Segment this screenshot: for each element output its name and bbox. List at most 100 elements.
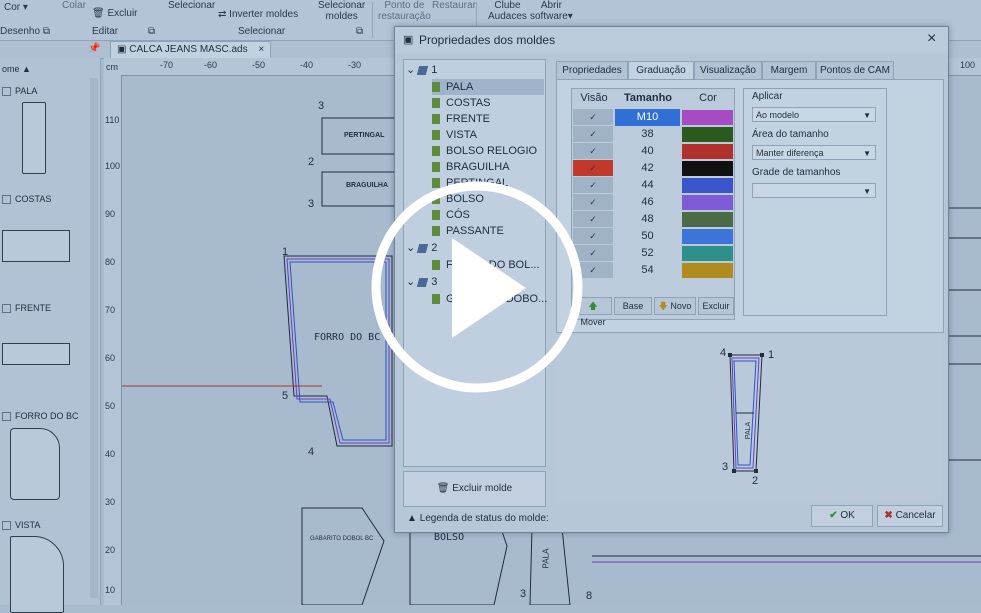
file-tab[interactable]: ▣ CALCA JEANS MASC.ads × <box>110 41 272 59</box>
color-swatch[interactable] <box>682 195 733 210</box>
excluir-button[interactable]: 🗑 Excluir <box>92 8 138 19</box>
piece-item-forro[interactable]: FORRO DO BC <box>2 411 79 422</box>
grade-select[interactable]: ▼ <box>752 183 876 198</box>
size-row[interactable]: ✓ 44 <box>572 177 734 194</box>
size-row[interactable]: ✓ 42 <box>572 160 734 177</box>
aplicar-select[interactable]: Ao modelo ▼ <box>752 107 876 122</box>
checkbox[interactable] <box>2 412 11 422</box>
visibility-checkbox[interactable]: ✓ <box>573 143 613 159</box>
expand-icon[interactable]: ⧉ <box>43 26 50 37</box>
size-row[interactable]: ✓ 40 <box>572 143 734 160</box>
size-cell[interactable]: M10 <box>615 109 680 126</box>
area-select[interactable]: Manter diferença ▼ <box>752 145 876 160</box>
checkbox[interactable] <box>2 521 11 531</box>
restaurar-button[interactable]: Restaurar <box>432 0 476 11</box>
tree-item[interactable]: FRENTE <box>432 111 490 127</box>
tree-item[interactable]: COSTAS <box>432 95 490 111</box>
piece-thumbnail[interactable] <box>10 536 64 613</box>
size-cell[interactable]: 50 <box>615 228 680 245</box>
video-play-button[interactable] <box>370 180 584 394</box>
column-header-cor: Cor <box>699 92 717 104</box>
tree-item[interactable]: BRAGUILHA <box>432 159 510 175</box>
size-cell[interactable]: 42 <box>615 160 680 177</box>
color-dropdown[interactable]: Cor ▾ <box>4 2 28 13</box>
color-swatch[interactable] <box>682 212 733 227</box>
visibility-checkbox[interactable]: ✓ <box>573 109 613 125</box>
group-editar-label: Editar <box>92 26 119 37</box>
tree-item[interactable]: VISTA <box>432 127 477 143</box>
size-row[interactable]: ✓ 48 <box>572 211 734 228</box>
color-swatch[interactable] <box>682 263 733 278</box>
visibility-checkbox[interactable]: ✓ <box>573 126 613 142</box>
size-row[interactable]: ✓ 54 <box>572 262 734 279</box>
tab-visualizacao[interactable]: Visualização <box>694 61 762 79</box>
colar-button[interactable]: Colar <box>62 0 86 11</box>
piece-thumbnail[interactable] <box>2 230 70 262</box>
tree-item-pala[interactable]: PALA <box>432 79 544 95</box>
selecionar-moldes-button[interactable]: Selecionar moldes <box>318 0 365 22</box>
color-swatch[interactable] <box>682 144 733 159</box>
piece-item-costas[interactable]: COSTAS <box>2 194 51 205</box>
close-icon[interactable]: × <box>927 30 936 48</box>
size-cell[interactable]: 40 <box>615 143 680 160</box>
legenda-toggle[interactable]: ▲ Legenda de status do molde: <box>407 513 549 524</box>
color-swatch[interactable] <box>682 127 733 142</box>
excluir-size-button[interactable]: Excluir <box>698 297 734 315</box>
size-cell[interactable]: 52 <box>615 245 680 262</box>
piece-item-vista[interactable]: VISTA <box>2 520 40 531</box>
color-swatch[interactable] <box>682 246 733 261</box>
size-cell[interactable]: 44 <box>615 177 680 194</box>
piece-thumbnail[interactable] <box>2 343 70 365</box>
color-swatch[interactable] <box>682 229 733 244</box>
swap-icon: ⇄ <box>218 9 227 20</box>
tree-group-1[interactable]: ⌄ 1 <box>406 62 437 78</box>
cancel-button[interactable]: ✖ Cancelar <box>877 505 943 527</box>
excluir-molde-button[interactable]: 🗑 Excluir molde <box>403 471 546 507</box>
piece-item-pala[interactable]: PALA <box>2 86 37 97</box>
sort-header[interactable]: ome ▲ <box>2 64 31 74</box>
size-row[interactable]: ✓ 38 <box>572 126 734 143</box>
color-swatch[interactable] <box>682 110 733 125</box>
close-tab-icon[interactable]: × <box>258 44 264 55</box>
piece-thumbnail[interactable] <box>22 102 46 174</box>
tree-item-label: COSTAS <box>446 97 491 109</box>
dialog-tabs: Propriedades Graduação Visualização Marg… <box>556 61 942 80</box>
size-row[interactable]: ✓ 52 <box>572 245 734 262</box>
ponto-restauracao-button[interactable]: Ponto de restauração <box>378 0 431 22</box>
tab-margem[interactable]: Margem <box>762 61 816 79</box>
visibility-checkbox[interactable]: ✓ <box>573 160 613 176</box>
expand-icon[interactable]: ⧉ <box>356 26 363 37</box>
checkbox[interactable] <box>2 87 11 97</box>
size-cell[interactable]: 54 <box>615 262 680 279</box>
ok-button[interactable]: ✔ OK <box>811 505 873 527</box>
size-cell[interactable]: 46 <box>615 194 680 211</box>
novo-button[interactable]: 🡇 Novo <box>654 297 696 315</box>
pin-icon[interactable]: 📌 <box>88 43 100 54</box>
expand-icon[interactable]: ⧉ <box>148 26 155 37</box>
checkbox[interactable] <box>2 195 11 205</box>
piece-item-frente[interactable]: FRENTE <box>2 303 51 314</box>
checkbox[interactable] <box>2 304 11 314</box>
clube-audaces-button[interactable]: Clube Audaces <box>488 0 527 22</box>
size-grid[interactable]: Visão Tamanho Cor ✓ M10 ✓ 38 ✓ 40 ✓ 42 ✓ 44 ✓ 46 ✓ 48… <box>571 88 735 327</box>
color-swatch[interactable] <box>682 161 733 176</box>
size-cell[interactable]: 38 <box>615 126 680 143</box>
dialog-titlebar[interactable]: ▣ Propriedades dos moldes × <box>395 27 948 53</box>
size-row[interactable]: ✓ 50 <box>572 228 734 245</box>
panel-scrollbar[interactable] <box>90 78 98 598</box>
piece-thumbnail[interactable] <box>10 428 60 500</box>
size-row[interactable]: ✓ M10 <box>572 109 734 126</box>
inverter-moldes-button[interactable]: ⇄ Inverter moldes <box>218 9 298 20</box>
abrir-software-button[interactable]: Abrir software▾ <box>530 0 573 22</box>
point-number: 3 <box>520 588 527 600</box>
tab-graduacao[interactable]: Graduação <box>628 61 694 80</box>
size-row[interactable]: ✓ 46 <box>572 194 734 211</box>
base-button[interactable]: Base <box>614 297 652 315</box>
size-cell[interactable]: 48 <box>615 211 680 228</box>
tab-propriedades[interactable]: Propriedades <box>556 61 628 79</box>
collapse-icon[interactable]: ⌄ <box>406 64 415 76</box>
gabarito-piece[interactable] <box>301 507 385 605</box>
tree-item[interactable]: BOLSO RELOGIO <box>432 143 537 159</box>
color-swatch[interactable] <box>682 178 733 193</box>
tab-pontos-cam[interactable]: Pontos de CAM <box>816 61 894 79</box>
